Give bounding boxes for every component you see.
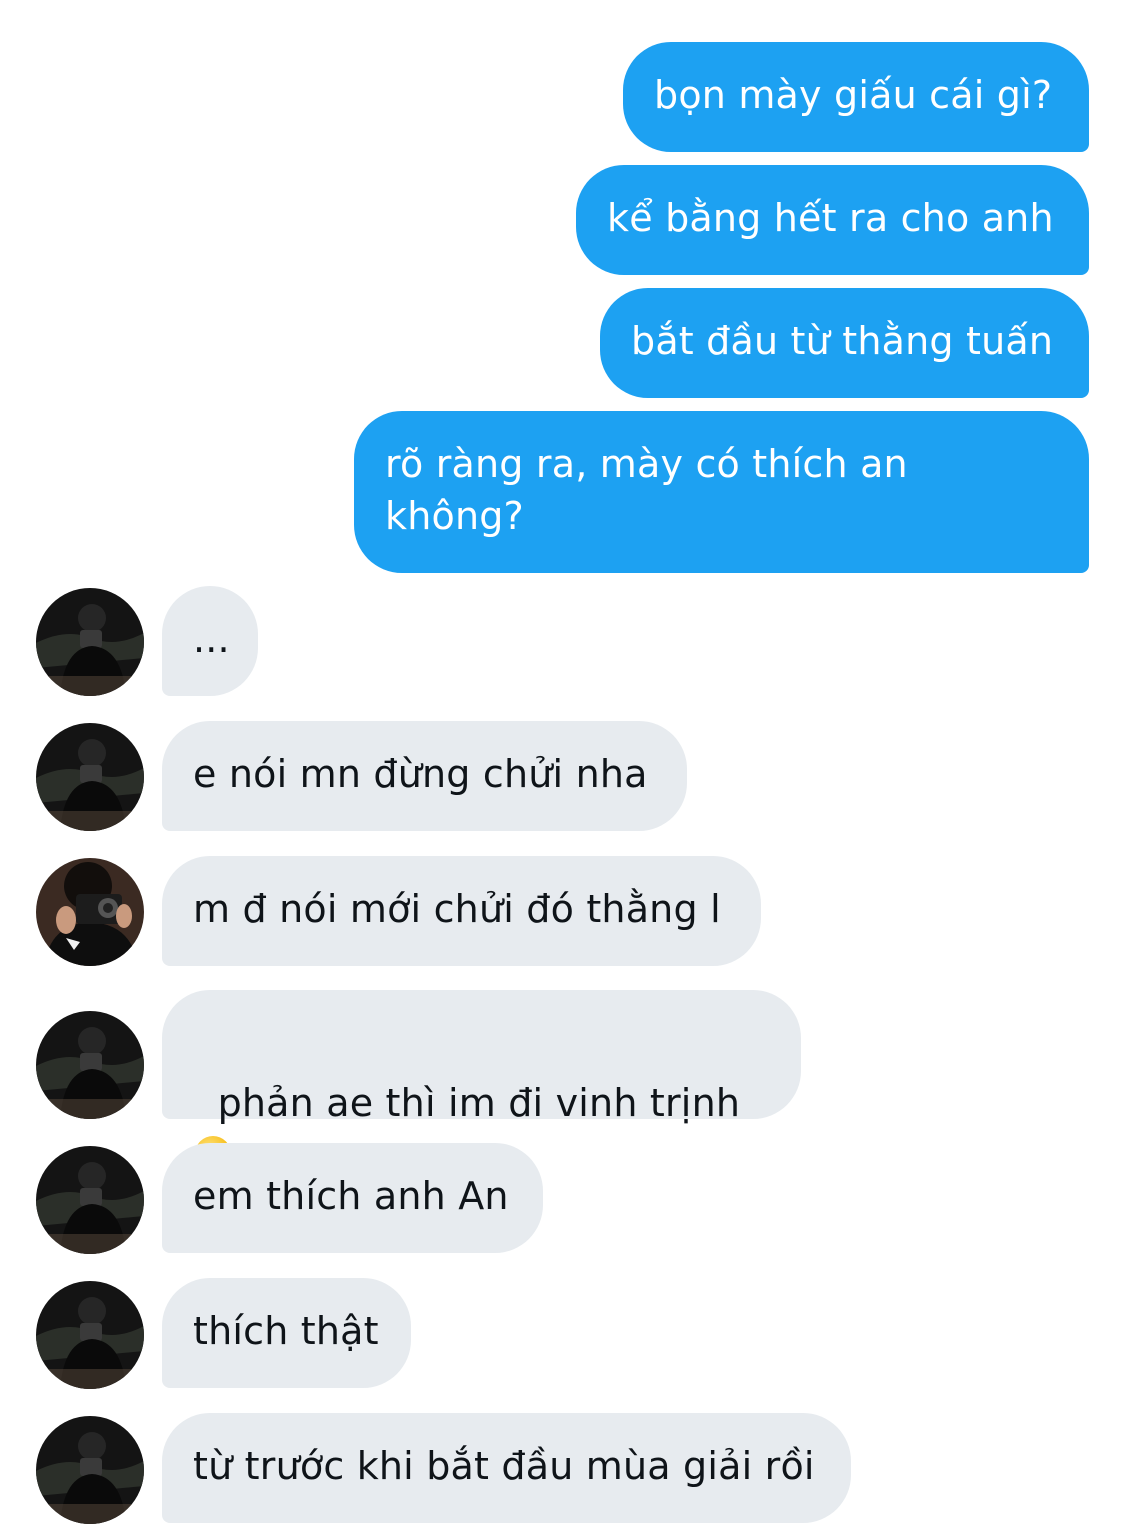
outgoing-message[interactable]: kể bằng hết ra cho anh	[576, 165, 1089, 275]
outgoing-message[interactable]: bọn mày giấu cái gì?	[623, 42, 1089, 152]
person-photo-icon	[36, 1011, 144, 1119]
sender-avatar[interactable]	[36, 1011, 144, 1119]
incoming-message[interactable]: m đ nói mới chửi đó thằng l	[162, 856, 761, 966]
person-photo-icon	[36, 1416, 144, 1524]
sender-avatar[interactable]	[36, 1146, 144, 1254]
outgoing-message[interactable]: bắt đầu từ thằng tuấn	[600, 288, 1089, 398]
sender-avatar[interactable]	[36, 858, 144, 966]
person-photo-icon	[36, 588, 144, 696]
sender-avatar[interactable]	[36, 723, 144, 831]
person-photo-icon	[36, 723, 144, 831]
sender-avatar[interactable]	[36, 1281, 144, 1389]
incoming-message[interactable]: thích thật	[162, 1278, 411, 1388]
message-text: phản ae thì im đi vinh trịnh	[217, 1081, 741, 1125]
incoming-message[interactable]: em thích anh An	[162, 1143, 543, 1253]
incoming-message[interactable]: ...	[162, 586, 258, 696]
person-photo-icon	[36, 1281, 144, 1389]
incoming-message[interactable]: từ trước khi bắt đầu mùa giải rồi	[162, 1413, 851, 1523]
person-photo-icon	[36, 1146, 144, 1254]
incoming-message[interactable]: e nói mn đừng chửi nha	[162, 721, 687, 831]
incoming-message[interactable]: phản ae thì im đi vinh trịnh	[162, 990, 801, 1172]
sender-avatar[interactable]	[36, 588, 144, 696]
person-camera-photo-icon	[36, 858, 144, 966]
outgoing-message[interactable]: rõ ràng ra, mày có thích an không?	[354, 411, 1089, 573]
sender-avatar[interactable]	[36, 1416, 144, 1524]
